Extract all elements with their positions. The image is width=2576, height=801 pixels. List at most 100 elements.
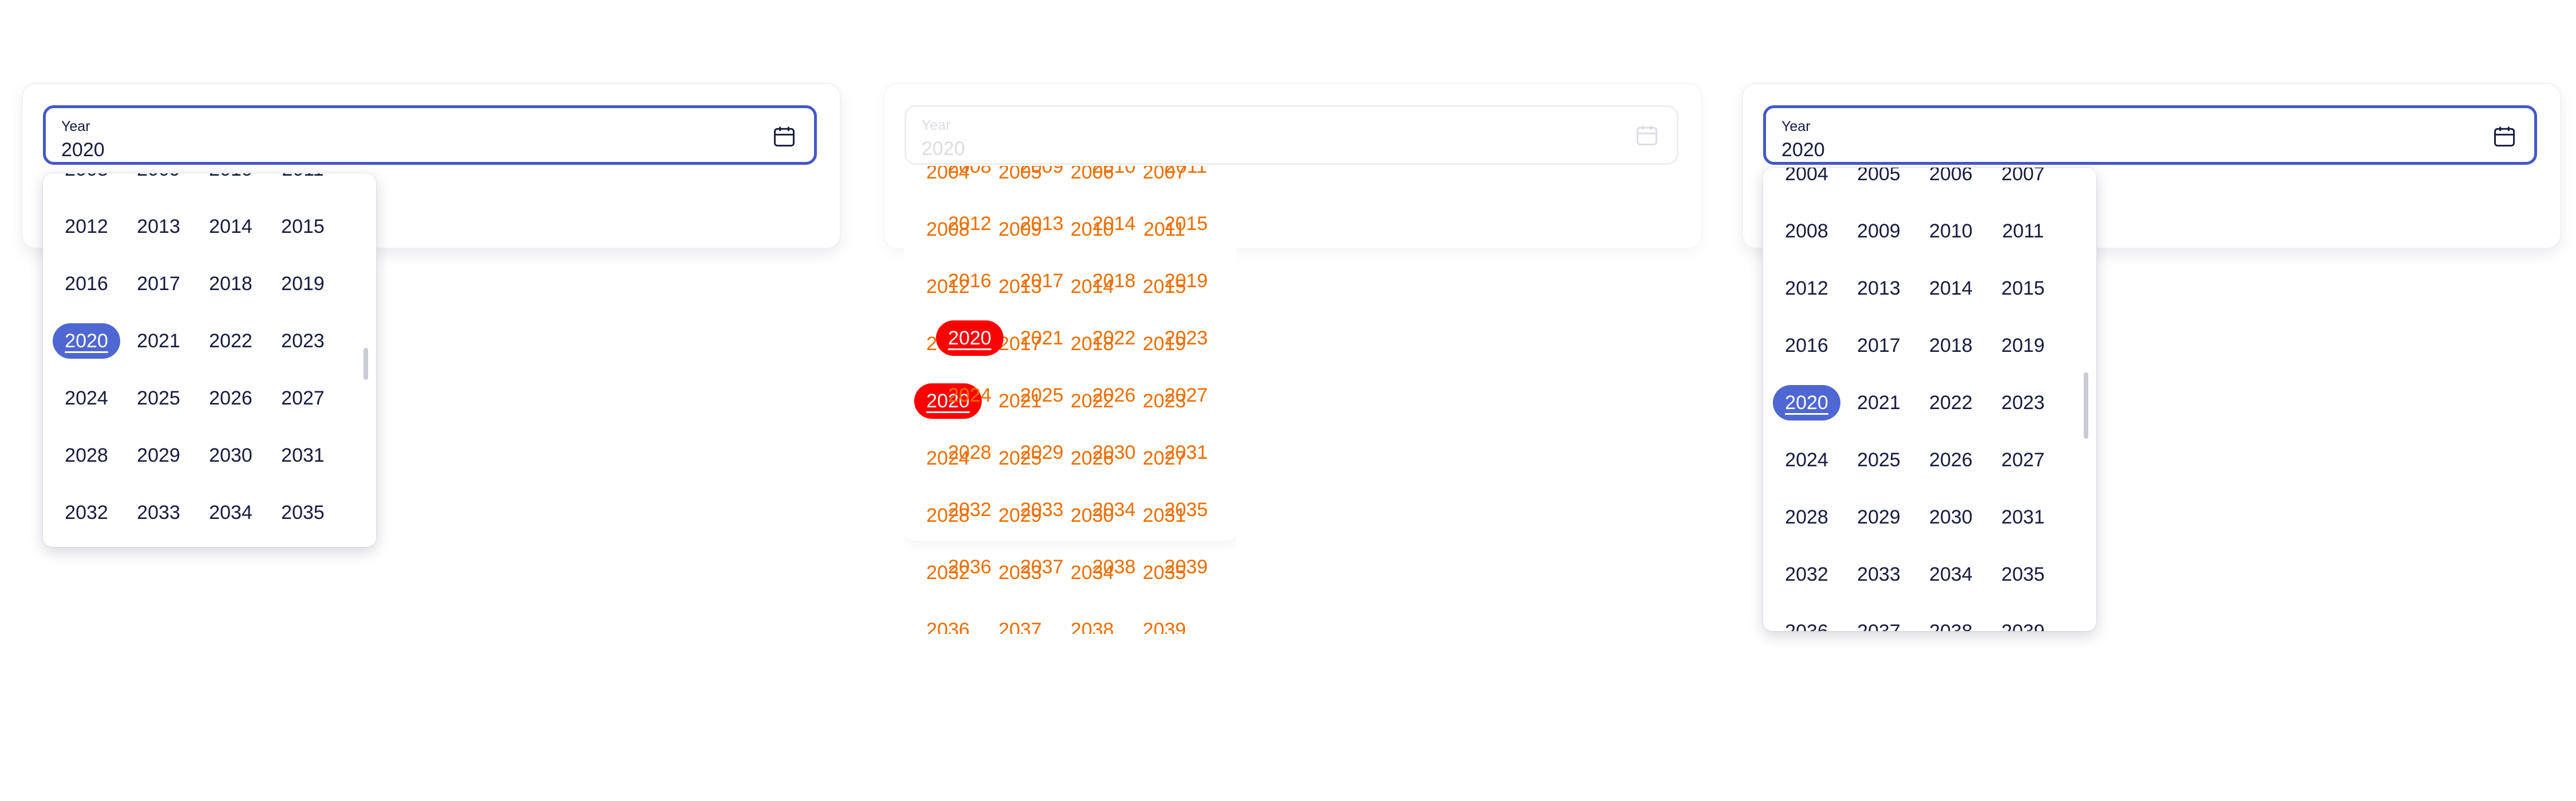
year-option-2017[interactable]: 2017 xyxy=(1008,263,1076,299)
year-option-2008[interactable]: 2008 xyxy=(1773,213,1840,249)
year-option-2008[interactable]: 2008 xyxy=(936,166,1003,184)
year-option-2027[interactable]: 2027 xyxy=(1152,378,1220,413)
year-option-2038[interactable]: 2038 xyxy=(1080,549,1148,585)
year-option-2023[interactable]: 2023 xyxy=(269,323,337,359)
year-option-2014[interactable]: 2014 xyxy=(1917,271,1985,306)
year-option-2033[interactable]: 2033 xyxy=(125,495,192,530)
year-option-2025[interactable]: 2025 xyxy=(1008,378,1076,413)
year-option-2026[interactable]: 2026 xyxy=(197,380,264,416)
year-option-2034[interactable]: 2034 xyxy=(1080,492,1148,528)
year-option-2011[interactable]: 2011 xyxy=(1989,213,2057,249)
year-option-2029[interactable]: 2029 xyxy=(125,438,192,473)
year-option-2017[interactable]: 2017 xyxy=(1845,328,1913,363)
scrollbar[interactable] xyxy=(2084,372,2088,439)
year-option-2021[interactable]: 2021 xyxy=(1845,385,1913,421)
year-option-2015[interactable]: 2015 xyxy=(1989,271,2057,306)
year-option-2010[interactable]: 2010 xyxy=(1917,213,1985,249)
year-option-2020[interactable]: 2020 xyxy=(53,323,120,359)
year-option-2005[interactable]: 2005 xyxy=(1845,168,1913,192)
year-option-2011[interactable]: 2011 xyxy=(269,173,337,187)
year-option-2009[interactable]: 2009 xyxy=(1008,166,1076,184)
year-option-2021[interactable]: 2021 xyxy=(125,323,192,359)
year-option-2022[interactable]: 2022 xyxy=(1917,385,1985,421)
year-option-2014[interactable]: 2014 xyxy=(1080,206,1148,241)
year-option-2023[interactable]: 2023 xyxy=(1152,320,1220,356)
calendar-icon[interactable] xyxy=(772,124,797,149)
year-dropdown-right[interactable]: 2004 2005 2006 2007 2008 2009 2010 2011 2012 2013… xyxy=(1763,168,2096,631)
year-option-2006[interactable]: 2006 xyxy=(1917,168,1985,192)
year-option-2013[interactable]: 2013 xyxy=(125,209,192,244)
year-field-left[interactable]: Year 2020 xyxy=(43,105,817,165)
year-option-2019[interactable]: 2019 xyxy=(1152,263,1220,299)
year-option-2012[interactable]: 2012 xyxy=(1773,271,1840,306)
year-option-2013[interactable]: 2013 xyxy=(1845,271,1913,306)
year-option-2034[interactable]: 2034 xyxy=(1917,557,1985,592)
year-option-2032[interactable]: 2032 xyxy=(936,492,1003,528)
year-option-2031[interactable]: 2031 xyxy=(1989,499,2057,535)
year-option-2015[interactable]: 2015 xyxy=(269,209,337,244)
year-option-2004[interactable]: 2004 xyxy=(1773,168,1840,192)
year-option-2031[interactable]: 2031 xyxy=(269,438,337,473)
year-option-2022[interactable]: 2022 xyxy=(197,323,264,359)
year-option-2014[interactable]: 2014 xyxy=(197,209,264,244)
year-option-2009[interactable]: 2009 xyxy=(125,173,192,187)
year-option-2016[interactable]: 2016 xyxy=(936,263,1003,299)
year-option-2033[interactable]: 2033 xyxy=(1845,557,1913,592)
year-option-2038[interactable]: 2038 xyxy=(1058,612,1126,634)
year-option-2012[interactable]: 2012 xyxy=(936,206,1003,241)
year-option-2017[interactable]: 2017 xyxy=(125,266,192,302)
year-option-2035[interactable]: 2035 xyxy=(1152,492,1220,528)
year-option-2023[interactable]: 2023 xyxy=(1989,385,2057,421)
year-option-2039[interactable]: 2039 xyxy=(1131,612,1198,634)
year-option-2030[interactable]: 2030 xyxy=(1080,435,1148,470)
year-option-2011[interactable]: 2011 xyxy=(1152,166,1220,184)
year-option-2033[interactable]: 2033 xyxy=(1008,492,1076,528)
year-option-2025[interactable]: 2025 xyxy=(1845,442,1913,478)
year-option-2029[interactable]: 2029 xyxy=(1008,435,1076,470)
year-option-2031[interactable]: 2031 xyxy=(1152,435,1220,470)
year-option-2037[interactable]: 2037 xyxy=(1845,614,1913,631)
year-option-2010[interactable]: 2010 xyxy=(197,173,264,187)
year-field-right[interactable]: Year 2020 xyxy=(1763,105,2537,165)
year-option-2024[interactable]: 2024 xyxy=(1773,442,1840,478)
year-option-2012[interactable]: 2012 xyxy=(53,209,120,244)
calendar-icon[interactable] xyxy=(2492,124,2517,149)
year-option-2036[interactable]: 2036 xyxy=(1773,614,1840,631)
year-option-2026[interactable]: 2026 xyxy=(1080,378,1148,413)
year-option-2039[interactable]: 2039 xyxy=(1989,614,2057,631)
year-option-2037[interactable]: 2037 xyxy=(986,612,1054,634)
year-option-2028[interactable]: 2028 xyxy=(53,438,120,473)
year-option-2028[interactable]: 2028 xyxy=(1773,499,1840,535)
year-option-2020[interactable]: 2020 xyxy=(936,320,1003,356)
year-option-2013[interactable]: 2013 xyxy=(1008,206,1076,241)
year-option-2020[interactable]: 2020 xyxy=(1773,385,1840,421)
year-option-2035[interactable]: 2035 xyxy=(1989,557,2057,592)
year-option-2025[interactable]: 2025 xyxy=(125,380,192,416)
year-option-2027[interactable]: 2027 xyxy=(269,380,337,416)
year-option-2039[interactable]: 2039 xyxy=(1152,549,1220,585)
year-option-2029[interactable]: 2029 xyxy=(1845,499,1913,535)
year-option-2027[interactable]: 2027 xyxy=(1989,442,2057,478)
year-option-2030[interactable]: 2030 xyxy=(1917,499,1985,535)
year-option-2037[interactable]: 2037 xyxy=(1008,549,1076,585)
year-dropdown-left[interactable]: 2004200520062007200820092010201120122013… xyxy=(43,173,376,547)
year-option-2038[interactable]: 2038 xyxy=(1917,614,1985,631)
year-option-2018[interactable]: 2018 xyxy=(1917,328,1985,363)
year-option-2032[interactable]: 2032 xyxy=(53,495,120,530)
year-option-2032[interactable]: 2032 xyxy=(1773,557,1840,592)
year-option-2036[interactable]: 2036 xyxy=(914,612,982,634)
year-option-2018[interactable]: 2018 xyxy=(197,266,264,302)
year-option-2034[interactable]: 2034 xyxy=(197,495,264,530)
year-option-2009[interactable]: 2009 xyxy=(1845,213,1913,249)
year-option-2016[interactable]: 2016 xyxy=(53,266,120,302)
year-option-2021[interactable]: 2021 xyxy=(1008,320,1076,356)
scrollbar[interactable] xyxy=(364,348,368,380)
year-option-2035[interactable]: 2035 xyxy=(269,495,337,530)
year-option-2022[interactable]: 2022 xyxy=(1080,320,1148,356)
year-option-2018[interactable]: 2018 xyxy=(1080,263,1148,299)
year-option-2030[interactable]: 2030 xyxy=(197,438,264,473)
year-option-2036[interactable]: 2036 xyxy=(936,549,1003,585)
year-option-2015[interactable]: 2015 xyxy=(1152,206,1220,241)
year-option-2010[interactable]: 2010 xyxy=(1080,166,1148,184)
year-option-2019[interactable]: 2019 xyxy=(269,266,337,302)
